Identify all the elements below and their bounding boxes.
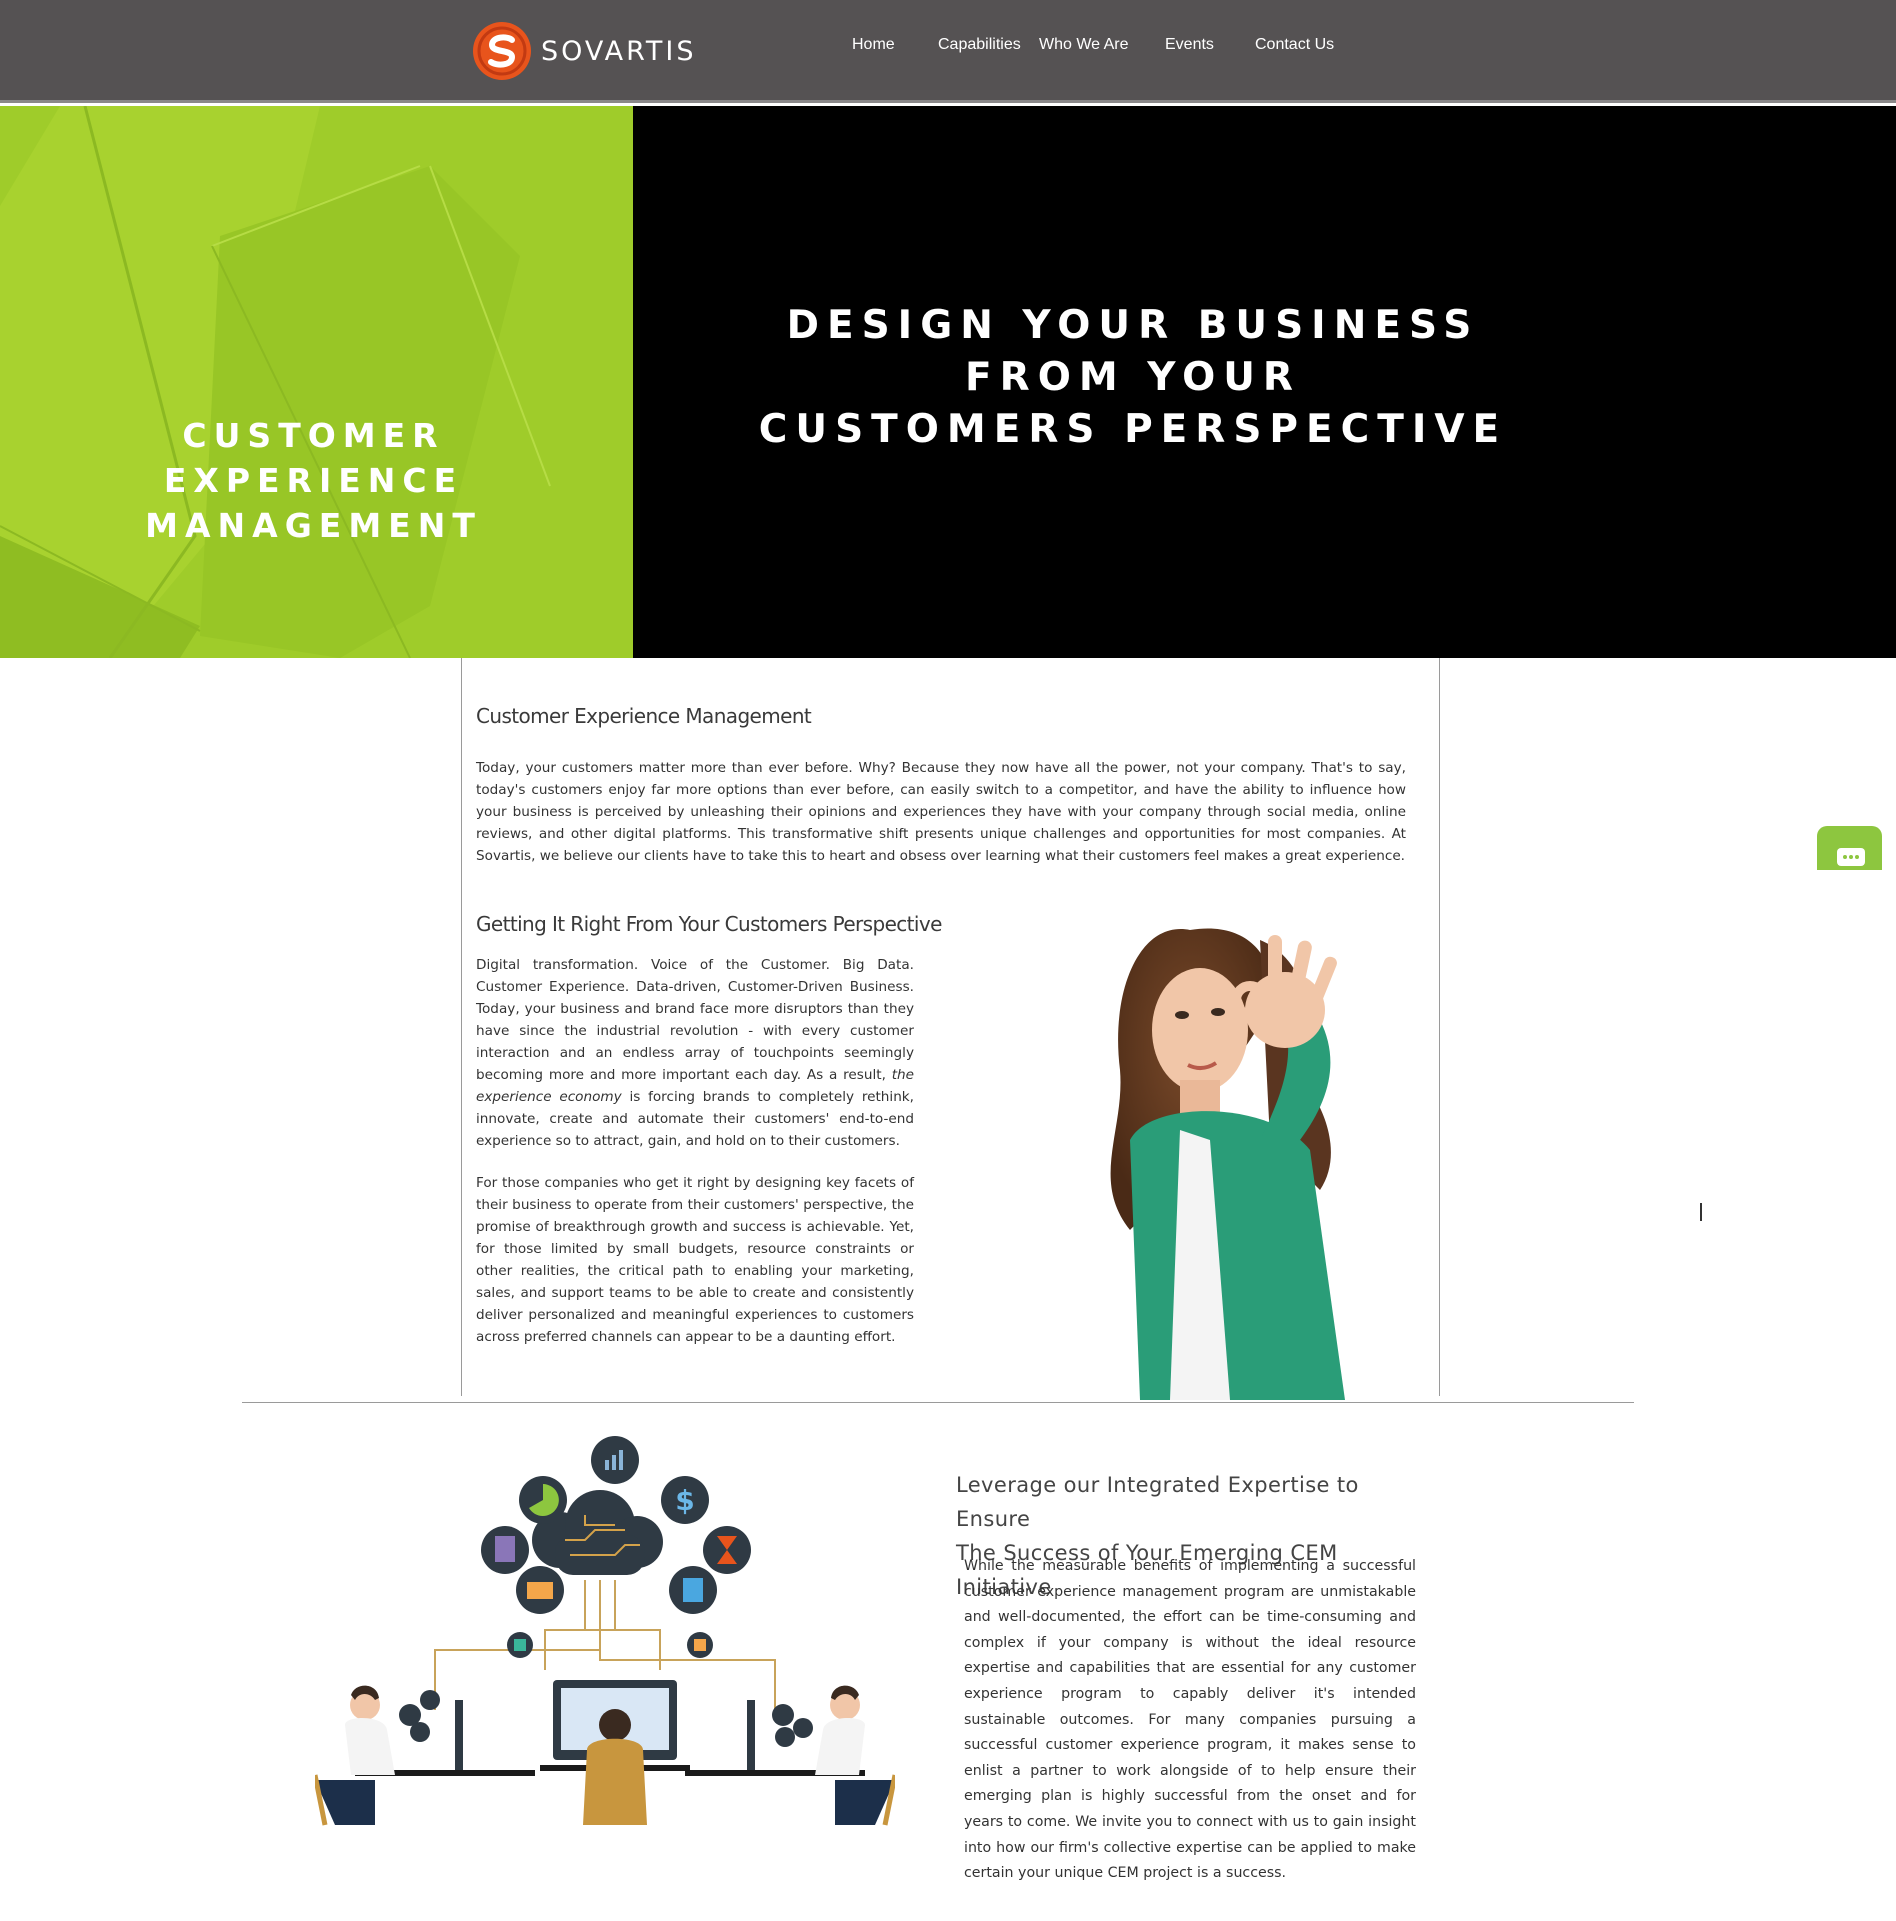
section2-para2: For those companies who get it right by …: [476, 1175, 914, 1345]
section2-para1-text: Digital transformation. Voice of the Cus…: [476, 957, 914, 1083]
chat-widget-button[interactable]: [1817, 826, 1882, 870]
section2-para1: Digital transformation. Voice of the Cus…: [476, 954, 914, 1152]
hero-left-title: CUSTOMER EXPERIENCE MANAGEMENT: [0, 413, 627, 548]
section3-body: While the measurable benefits of impleme…: [964, 1558, 1416, 1882]
nav-who-we-are[interactable]: Who We Are: [1039, 36, 1129, 54]
hero-left-line-2: EXPERIENCE: [163, 461, 464, 500]
hero-right-line-1: DESIGN YOUR BUSINESS: [786, 303, 1480, 348]
section1-body: Today, your customers matter more than e…: [476, 760, 1406, 864]
integrated-expertise-infographic: $: [315, 1436, 895, 1826]
column-divider-right: [1439, 658, 1440, 1396]
woman-ok-gesture-photo: [1110, 928, 1345, 1400]
nav-events[interactable]: Events: [1165, 36, 1214, 54]
chat-icon: [1837, 848, 1865, 866]
svg-text:$: $: [675, 1484, 694, 1517]
nav-home[interactable]: Home: [852, 36, 895, 54]
hero-left-line-3: MANAGEMENT: [145, 506, 482, 545]
text-cursor: [1700, 1203, 1702, 1221]
hero-right-line-2: FROM YOUR: [965, 355, 1301, 400]
green-facet-pattern: [0, 106, 551, 658]
nav-capabilities[interactable]: Capabilities: [938, 36, 1021, 54]
hero-left-line-1: CUSTOMER: [182, 416, 445, 455]
section1-heading: Customer Experience Management: [476, 704, 812, 728]
column-divider-left: [461, 658, 462, 1396]
section2-heading: Getting It Right From Your Customers Per…: [476, 912, 942, 936]
section-divider: [242, 1402, 1634, 1403]
hero-black-panel: DESIGN YOUR BUSINESS FROM YOUR CUSTOMERS…: [633, 106, 1896, 658]
hero-green-panel: CUSTOMER EXPERIENCE MANAGEMENT: [0, 106, 633, 658]
section3-heading-line-1: Leverage our Integrated Expertise to Ens…: [956, 1473, 1359, 1531]
hero-right-line-3: CUSTOMERS PERSPECTIVE: [758, 407, 1508, 452]
nav-contact-us[interactable]: Contact Us: [1255, 36, 1334, 54]
hero-right-title: DESIGN YOUR BUSINESS FROM YOUR CUSTOMERS…: [633, 300, 1633, 456]
main-nav: Home Capabilities Who We Are Events Cont…: [0, 36, 1896, 60]
site-header: SOVARTIS Home Capabilities Who We Are Ev…: [0, 0, 1896, 103]
